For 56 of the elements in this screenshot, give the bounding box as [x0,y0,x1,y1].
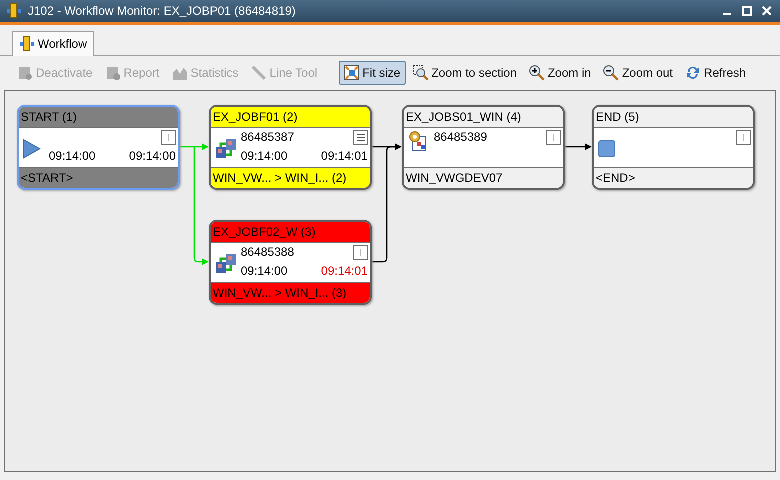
job-icon [408,130,428,152]
end-icon [598,140,616,158]
line-icon [250,65,267,81]
close-icon [762,6,772,16]
node-title: START (1) [21,110,78,124]
workflow-node[interactable]: END (5) <END> [592,105,755,190]
workflow-icon [215,252,237,274]
node-footer: WIN_VW... > WIN_I... (3) [213,286,347,300]
start-time: 09:14:00 [241,148,288,162]
run-number: 86485387 [241,130,294,144]
report-icon [104,65,121,81]
list-icon[interactable] [353,130,368,145]
start-time: 09:14:00 [49,148,96,162]
refresh-icon [685,65,702,81]
zoom-section-icon [412,65,429,81]
node-title: EX_JOBF01 (2) [213,110,298,124]
fit-size-icon [344,65,360,81]
node-footer: WIN_VWGDEV07 [406,171,503,185]
zoom-in-icon [528,65,545,81]
start-time: 09:14:00 [241,264,288,278]
workflow-node[interactable]: EX_JOBS01_WIN (4) 86485389 WIN_VWGDEV07 [402,105,565,190]
workflow-icon [215,138,237,160]
close-button[interactable] [760,4,774,18]
maximize-icon [742,6,752,16]
toolbar-button[interactable]: Refresh [680,61,752,85]
end-time: 09:14:01 [321,264,368,278]
minimize-icon [723,13,731,15]
node-footer: <START> [21,171,74,185]
deactivate-icon [17,65,33,81]
play-icon [23,138,41,158]
details-icon[interactable] [736,130,751,145]
zoom-out-icon [603,65,620,81]
workflow-node[interactable]: EX_JOBF01 (2) 86485387 09:14:00 09:14:01 WIN_VW... > WIN_I... (2) [209,105,372,190]
toolbar-button[interactable]: Zoom out [598,61,678,85]
details-icon[interactable] [161,130,176,145]
toolbar-button[interactable]: Zoom in [524,61,596,85]
details-icon[interactable] [546,130,561,145]
end-time: 09:14:01 [321,148,368,162]
run-number: 86485389 [434,130,488,144]
node-footer: <END> [596,171,636,185]
workflow-node[interactable]: START (1) 09:14:00 09:14:00 <START> [17,105,180,190]
tab[interactable]: Workflow [12,31,94,56]
window-title: J102 - Workflow Monitor: EX_JOBP01 (86484819) [28,4,297,18]
toolbar-button[interactable]: Zoom to section [408,61,522,85]
node-footer: WIN_VW... > WIN_I... (2) [213,171,347,185]
maximize-button[interactable] [740,4,754,18]
node-title: END (5) [596,110,640,124]
run-number: 86485388 [241,245,294,259]
toolbar-button[interactable]: Fit size [338,61,406,85]
end-time: 09:14:00 [129,148,176,162]
workflow-icon [19,36,35,52]
details-icon[interactable] [353,245,368,260]
workflow-icon [6,3,22,19]
workflow-node[interactable]: EX_JOBF02_W (3) 86485388 09:14:00 09:14:01 WIN_VW... > WIN_I... (3) [209,220,372,305]
node-title: EX_JOBF02_W (3) [213,225,316,239]
node-title: EX_JOBS01_WIN (4) [406,110,522,124]
